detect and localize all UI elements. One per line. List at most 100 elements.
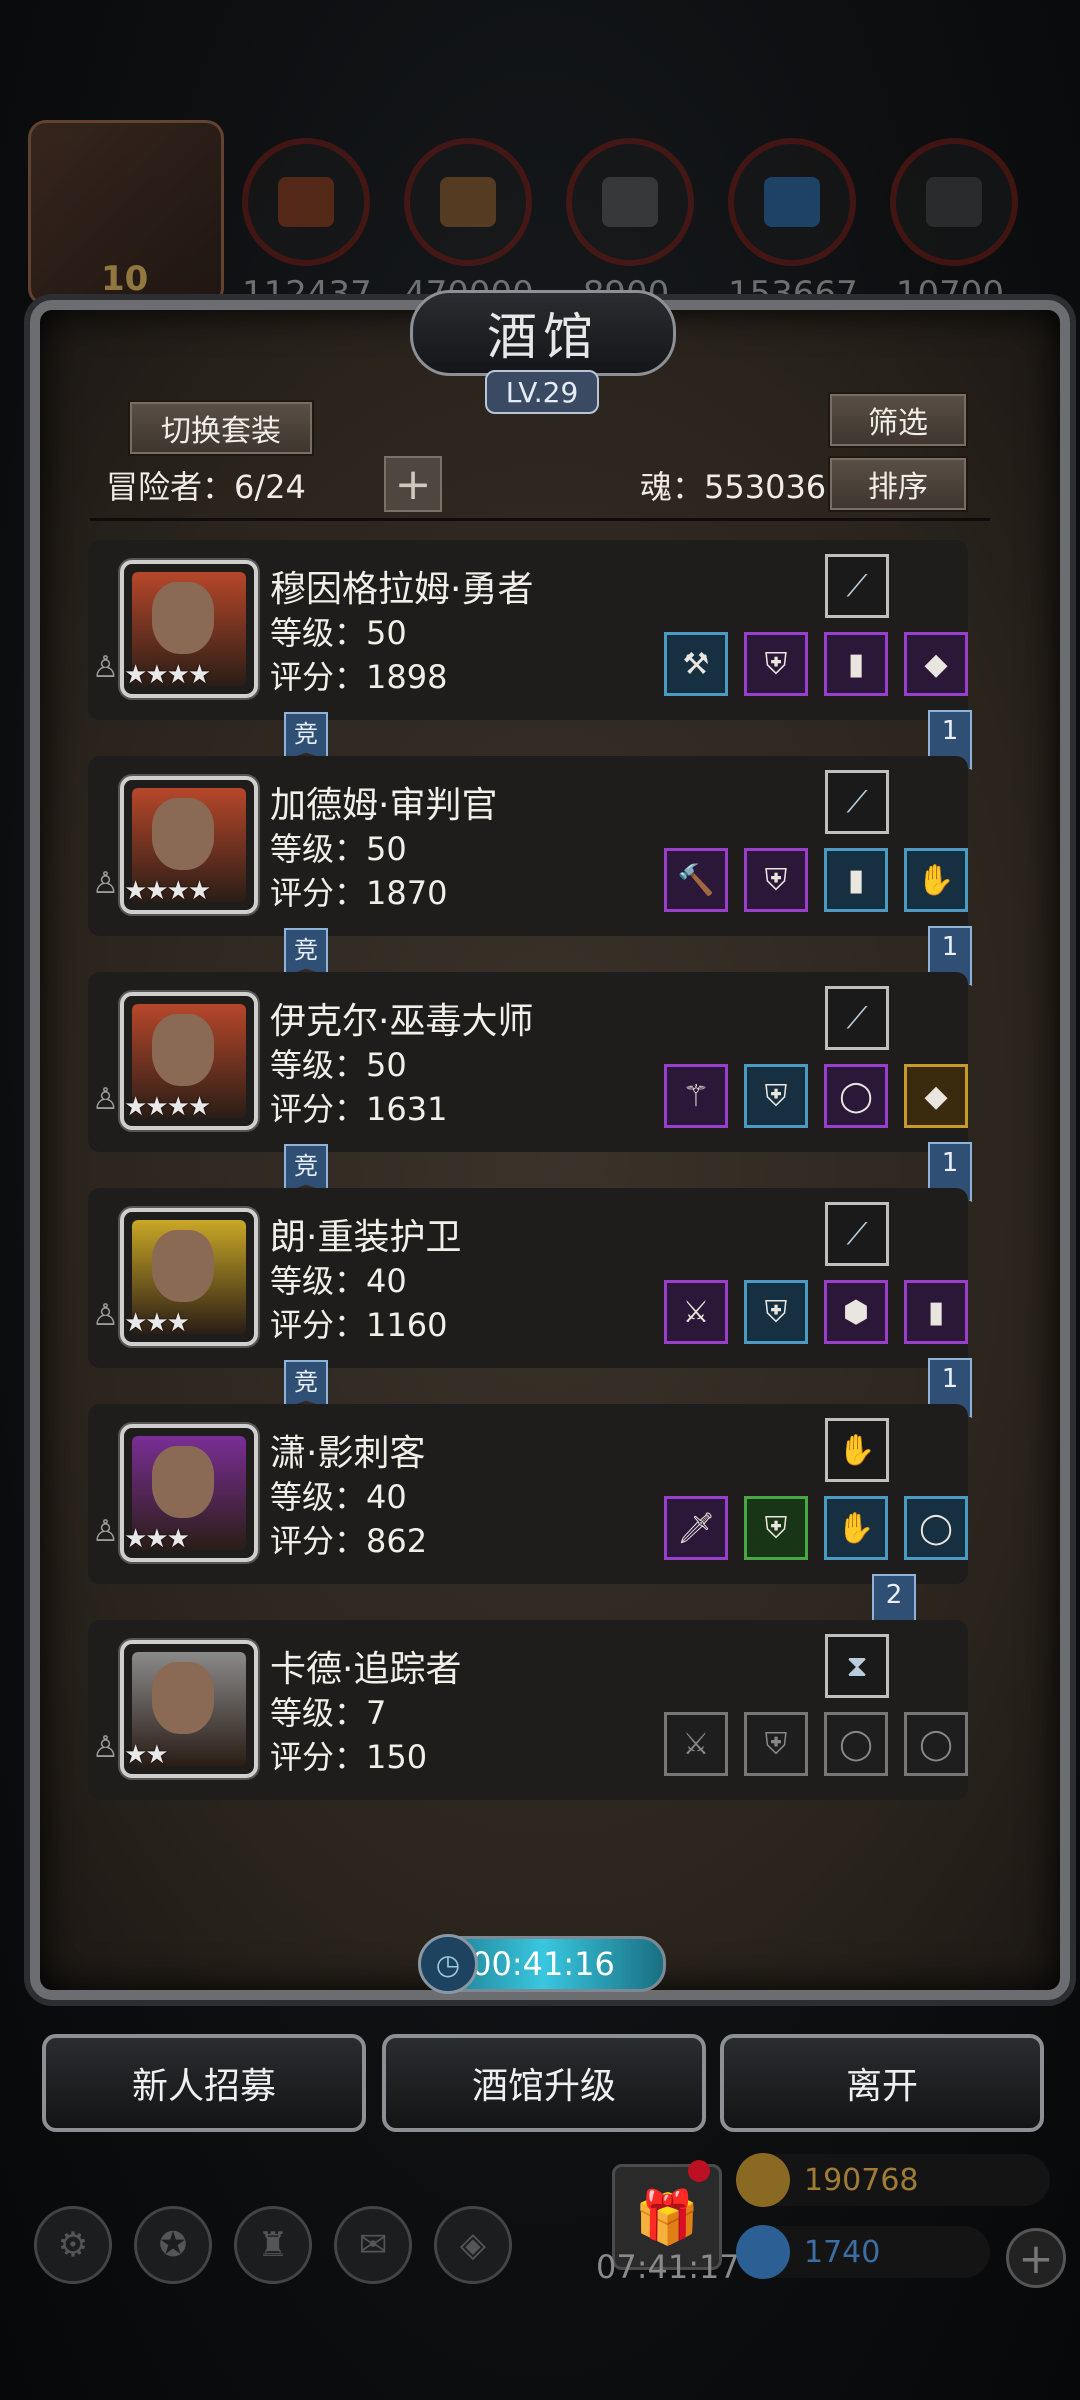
gem-icon [736,2225,790,2279]
panel-title: 酒馆 [487,308,599,366]
pose-figure-icon: ♙ [92,1514,119,1549]
mail-icon[interactable]: ✉ [334,2206,412,2284]
equipment-slot-amulet[interactable]: ◆ [904,1064,968,1128]
equipment-slot-gem[interactable]: ⬢ [824,1280,888,1344]
equipment-slot-amulet[interactable]: ◆ [904,632,968,696]
panel-title-plate: 酒馆 [410,290,676,376]
crystal-icon [764,177,820,227]
equipment-slot-staff[interactable]: ⚚ [664,1064,728,1128]
hero-card[interactable]: ♙ ★★★★ 加德姆·审判官 等级：50 评分：1870 ⟋ 🔨 ⛨ ▮ ✋ 竞 1 [88,756,972,986]
tavern-level-badge: LV.29 [485,370,599,414]
special-equipment-slot[interactable]: ⟋ [825,986,889,1050]
special-equipment-slot[interactable]: ⟋ [825,770,889,834]
switch-outfit-button[interactable]: 切换套装 [128,400,314,456]
sort-button[interactable]: 排序 [828,456,968,512]
equipment-slot-gauntlet[interactable]: ✋ [824,1496,888,1560]
filter-button[interactable]: 筛选 [828,392,968,448]
hero-name: 卡德·追踪者 [270,1649,462,1690]
hero-stars: ★★★ [124,1524,190,1554]
hero-face [152,798,214,870]
player-avatar[interactable]: 10 [28,120,224,306]
pose-figure-icon: ♙ [92,1082,119,1117]
equipment-slot-gauntlet[interactable]: ✋ [904,848,968,912]
add-currency-button[interactable]: + [1006,2228,1066,2288]
hero-face [152,1014,214,1086]
hero-face [152,1446,214,1518]
leave-button[interactable]: 离开 [720,2034,1044,2132]
equipment-slot-bracer[interactable]: ▮ [824,632,888,696]
equipment-slot-ring[interactable]: ◯ [824,1712,888,1776]
hero-level: 等级：40 [270,1262,407,1300]
equipment-slot-ring[interactable]: ◯ [904,1496,968,1560]
achievement-icon[interactable]: ✪ [134,2206,212,2284]
equipment-slot-sword[interactable]: ⚔ [664,1280,728,1344]
special-equipment-slot[interactable]: ✋ [825,1418,889,1482]
hero-score: 评分：862 [270,1522,428,1560]
equipment-slot-armor[interactable]: ⛨ [744,848,808,912]
add-adventurer-slot-button[interactable]: + [384,456,442,512]
equipment-slot-axe[interactable]: ⚒ [664,632,728,696]
notification-dot [688,2160,710,2182]
hero-level: 等级：50 [270,1046,407,1084]
upgrade-tavern-button[interactable]: 酒馆升级 [382,2034,706,2132]
gem-balance: 1740 [736,2225,990,2279]
guild-icon[interactable]: ♜ [234,2206,312,2284]
pose-figure-icon: ♙ [92,650,119,685]
settings-icon[interactable]: ⚙ [34,2206,112,2284]
pose-figure-icon: ♙ [92,866,119,901]
resource-wood: 470000 [404,138,534,314]
header-divider [90,518,990,521]
equipment-slot-hammer[interactable]: 🔨 [664,848,728,912]
gift-timer: 07:41:17 [596,2248,740,2286]
equipment-slot-ring[interactable]: ◯ [904,1712,968,1776]
equipment-slot-armor[interactable]: ⛨ [744,632,808,696]
resource-iron: 8900 [566,138,694,314]
wood-icon [440,177,496,227]
equipment-slot-ring[interactable]: ◯ [824,1064,888,1128]
special-equipment-slot[interactable]: ⟋ [825,1202,889,1266]
equipment-slot-armor[interactable]: ⛨ [744,1496,808,1560]
hero-stars: ★★★ [124,1308,190,1338]
clock-icon: ◷ [418,1934,478,1994]
stone-icon [926,177,982,227]
equipment-slot-bracer[interactable]: ▮ [824,848,888,912]
shop-icon[interactable]: ◈ [434,2206,512,2284]
arena-badge: 竞 [284,712,328,760]
equipment-slot-armor[interactable]: ⛨ [744,1064,808,1128]
hero-face [152,1662,214,1734]
special-equipment-slot[interactable]: ⧗ [825,1634,889,1698]
hero-stars: ★★★★ [124,1092,211,1122]
hero-card[interactable]: ♙ ★★ 卡德·追踪者 等级：7 评分：150 ⧗ ⚔ ⛨ ◯ ◯ [88,1620,968,1800]
arena-badge: 竞 [284,928,328,976]
hero-level: 等级：7 [270,1694,387,1732]
recruit-button[interactable]: 新人招募 [42,2034,366,2132]
hero-name: 朗·重装护卫 [270,1217,462,1258]
soul-count: 魂：553036 [640,468,827,506]
hero-score: 评分：1870 [270,874,448,912]
hero-name: 穆因格拉姆·勇者 [270,569,534,610]
hero-stars: ★★★★ [124,876,211,906]
hero-card[interactable]: ♙ ★★★★ 穆因格拉姆·勇者 等级：50 评分：1898 ⟋ ⚒ ⛨ ▮ ◆ 竞 1 [88,540,972,770]
iron-icon [602,177,658,227]
hero-card[interactable]: ♙ ★★★ 潇·影刺客 等级：40 评分：862 ✋ 🗡 ⛨ ✋ ◯ 2 [88,1404,968,1634]
gold-coin-icon [736,2153,790,2207]
meat-icon [278,177,334,227]
hero-name: 潇·影刺客 [270,1433,426,1474]
resource-crystal: 153667 [728,138,858,314]
hero-score: 评分：1898 [270,658,448,696]
equipment-slot-armor[interactable]: ⛨ [744,1280,808,1344]
equipment-slot-dagger[interactable]: 🗡 [664,1496,728,1560]
hero-name: 伊克尔·巫毒大师 [270,1001,534,1042]
pose-figure-icon: ♙ [92,1298,119,1333]
equipment-slot-armor[interactable]: ⛨ [744,1712,808,1776]
player-level: 10 [101,259,149,299]
hero-card[interactable]: ♙ ★★★★ 伊克尔·巫毒大师 等级：50 评分：1631 ⟋ ⚚ ⛨ ◯ ◆ 竞 1 [88,972,972,1202]
equipment-slot-sword[interactable]: ⚔ [664,1712,728,1776]
equipment-slot-bracer[interactable]: ▮ [904,1280,968,1344]
hero-level: 等级：50 [270,830,407,868]
resource-stone: 10700 [890,138,1018,314]
resource-meat: 112437 [242,138,372,314]
special-equipment-slot[interactable]: ⟋ [825,554,889,618]
hero-stars: ★★★★ [124,660,211,690]
hero-card[interactable]: ♙ ★★★ 朗·重装护卫 等级：40 评分：1160 ⟋ ⚔ ⛨ ⬢ ▮ 竞 1 [88,1188,972,1418]
